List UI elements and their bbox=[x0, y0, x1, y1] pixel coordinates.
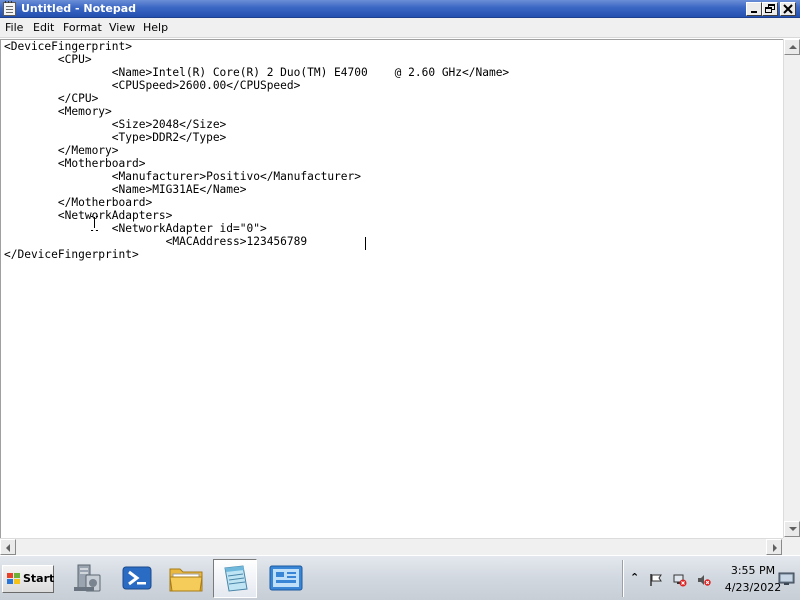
scroll-right-button[interactable] bbox=[766, 539, 782, 555]
text-editor[interactable]: <DeviceFingerprint> <CPU> <Name>Intel(R)… bbox=[0, 39, 783, 538]
start-label: Start bbox=[23, 572, 55, 585]
menu-edit[interactable]: Edit bbox=[33, 21, 54, 35]
tray-divider bbox=[622, 560, 624, 597]
menu-bar: File Edit Format View Help bbox=[0, 18, 800, 38]
taskbar-server-manager[interactable] bbox=[66, 559, 110, 598]
clock-date[interactable]: 4/23/2022 bbox=[722, 581, 784, 594]
notepad-icon bbox=[224, 565, 248, 592]
powershell-icon bbox=[122, 566, 152, 590]
close-button[interactable] bbox=[780, 2, 796, 16]
clock-time[interactable]: 3:55 PM bbox=[728, 564, 778, 577]
left-arrow-icon bbox=[6, 544, 10, 552]
taskbar-control-panel[interactable] bbox=[264, 559, 308, 598]
menu-help[interactable]: Help bbox=[143, 21, 168, 35]
editor-text[interactable]: <DeviceFingerprint> <CPU> <Name>Intel(R)… bbox=[4, 40, 509, 261]
scrollbar-corner bbox=[783, 538, 800, 555]
notepad-app-icon[interactable] bbox=[3, 1, 16, 16]
show-desktop-icon[interactable] bbox=[778, 570, 795, 587]
menu-view[interactable]: View bbox=[109, 21, 135, 35]
text-caret bbox=[365, 237, 366, 250]
title-bar[interactable]: Untitled - Notepad bbox=[0, 0, 800, 18]
minimize-icon bbox=[751, 11, 757, 13]
taskbar-windows-explorer[interactable] bbox=[164, 559, 208, 598]
taskbar-notepad[interactable] bbox=[213, 559, 257, 598]
network-icon[interactable] bbox=[673, 573, 687, 587]
taskbar: Start ⌃ 3:55 PM 4/23/2022 bbox=[0, 555, 800, 600]
scroll-left-button[interactable] bbox=[0, 539, 16, 555]
right-arrow-icon bbox=[773, 544, 777, 552]
taskbar-powershell[interactable] bbox=[115, 559, 159, 598]
show-hidden-icons-chevron-icon[interactable]: ⌃ bbox=[630, 571, 644, 585]
restore-button[interactable] bbox=[762, 2, 778, 16]
horizontal-scrollbar[interactable] bbox=[0, 538, 783, 555]
menu-format[interactable]: Format bbox=[63, 21, 102, 35]
control-panel-icon bbox=[269, 565, 303, 591]
ibeam-cursor-icon bbox=[91, 216, 98, 229]
window-title: Untitled - Notepad bbox=[21, 2, 137, 15]
up-arrow-icon bbox=[789, 45, 797, 49]
close-icon bbox=[783, 4, 793, 14]
vertical-scrollbar[interactable] bbox=[783, 39, 800, 538]
action-center-flag-icon[interactable] bbox=[649, 573, 663, 587]
start-button[interactable]: Start bbox=[2, 565, 54, 593]
minimize-button[interactable] bbox=[746, 2, 762, 16]
server-manager-icon bbox=[74, 564, 101, 592]
scroll-up-button[interactable] bbox=[784, 39, 800, 55]
down-arrow-icon bbox=[789, 527, 797, 531]
scroll-down-button[interactable] bbox=[784, 521, 800, 537]
windows-logo-icon bbox=[7, 573, 21, 585]
restore-icon-front bbox=[765, 7, 772, 13]
menu-file[interactable]: File bbox=[5, 21, 23, 35]
system-tray: ⌃ 3:55 PM 4/23/2022 bbox=[626, 556, 800, 600]
explorer-folder-icon bbox=[169, 568, 203, 592]
volume-muted-icon[interactable] bbox=[697, 573, 711, 587]
